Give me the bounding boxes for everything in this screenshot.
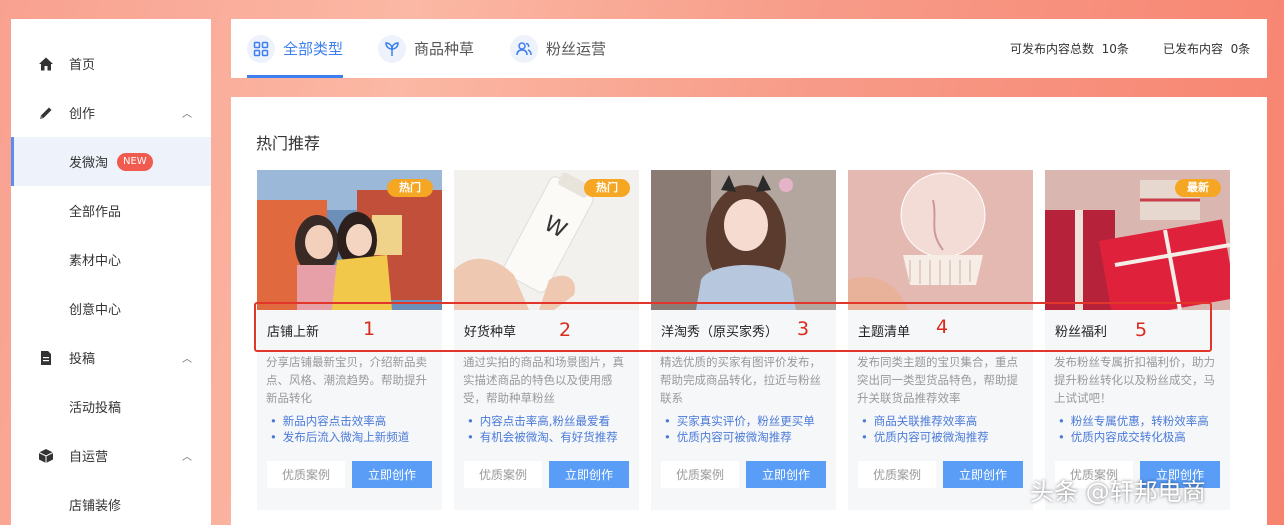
tab-label: 商品种草 (414, 40, 475, 58)
type-tab-bar: 全部类型 商品种草 粉丝运营 可发布内容总数 10条 已发布内容 0条 (231, 19, 1267, 78)
tab-all-types[interactable]: 全部类型 (247, 19, 344, 78)
create-button[interactable]: 立即创作 (549, 461, 629, 488)
tab-product-seeding[interactable]: 商品种草 (378, 19, 474, 78)
sidebar-item-label: 发微淘 (69, 156, 109, 171)
card-description: 发布同类主题的宝贝集合，重点突出同一类型货品特色，帮助提升关联货品推荐效率 (857, 355, 1018, 405)
hot-tag: 热门 (387, 179, 433, 197)
benefit-item: 商品关联推荐效率高 (861, 413, 1033, 429)
card-image: 最新 (1045, 170, 1230, 310)
sidebar: 首页 创作 ︿ 发微淘 NEW 全部作品 素材中心 创意中心 投稿 ︿ 活动投稿… (11, 19, 211, 525)
tab-label: 粉丝运营 (546, 40, 607, 58)
section-title: 热门推荐 (256, 134, 321, 153)
sprout-icon (378, 34, 406, 63)
benefit-item: 粉丝专属优惠，转粉效率高 (1058, 413, 1230, 429)
sidebar-item-post-weitao[interactable]: 发微淘 NEW (11, 137, 211, 186)
sidebar-item-label: 首页 (69, 58, 96, 73)
sidebar-item-label: 活动投稿 (69, 401, 122, 416)
benefit-item: 内容点击率高,粉丝最爱看 (467, 413, 639, 429)
card-benefits: 商品关联推荐效率高 优质内容可被微淘推荐 (861, 413, 1033, 445)
annotation-number: 2 (559, 319, 572, 341)
benefit-item: 有机会被微淘、有好货推荐 (467, 429, 639, 445)
sidebar-item-label: 店铺装修 (69, 499, 122, 514)
newest-tag: 最新 (1175, 179, 1221, 197)
sidebar-item-label: 素材中心 (69, 254, 122, 269)
create-button[interactable]: 立即创作 (746, 461, 826, 488)
stat-label: 已发布内容 (1163, 42, 1224, 56)
chevron-up-icon[interactable]: ︿ (182, 448, 192, 463)
tab-label: 全部类型 (283, 40, 344, 58)
create-button[interactable]: 立即创作 (943, 461, 1023, 488)
benefit-item: 优质内容成交转化极高 (1058, 429, 1230, 445)
sidebar-item-label: 全部作品 (69, 205, 122, 220)
published-content-stat: 已发布内容 0条 (1163, 40, 1250, 57)
card-image: W 热门 (454, 170, 639, 310)
box-icon (38, 448, 54, 464)
case-button[interactable]: 优质案例 (858, 461, 936, 488)
create-button[interactable]: 立即创作 (352, 461, 432, 488)
benefit-item: 新品内容点击效率高 (270, 413, 442, 429)
benefit-item: 优质内容可被微淘推荐 (664, 429, 836, 445)
document-icon (38, 350, 54, 366)
sidebar-item-all-works[interactable]: 全部作品 (11, 186, 211, 235)
sidebar-item-self-operation[interactable]: 自运营 ︿ (11, 431, 211, 480)
sidebar-item-label: 创作 (69, 107, 96, 122)
benefit-item: 发布后流入微淘上新频道 (270, 429, 442, 445)
card-image (651, 170, 836, 310)
chevron-up-icon[interactable]: ︿ (182, 105, 192, 120)
annotation-highlight-box (254, 302, 1212, 352)
watermark: 头条 @轩邦电商 (1030, 478, 1206, 506)
stat-value: 10条 (1101, 42, 1129, 56)
sidebar-item-submission[interactable]: 投稿 ︿ (11, 333, 211, 382)
case-button[interactable]: 优质案例 (267, 461, 345, 488)
annotation-number: 5 (1135, 319, 1148, 341)
hot-tag: 热门 (584, 179, 630, 197)
new-badge: NEW (117, 153, 153, 171)
sidebar-item-create[interactable]: 创作 ︿ (11, 88, 211, 137)
sidebar-item-home[interactable]: 首页 (11, 39, 211, 88)
card-benefits: 买家真实评价，粉丝更买单 优质内容可被微淘推荐 (664, 413, 836, 445)
sidebar-item-label: 自运营 (69, 450, 109, 465)
benefit-item: 买家真实评价，粉丝更买单 (664, 413, 836, 429)
sidebar-item-idea-center[interactable]: 创意中心 (11, 284, 211, 333)
case-button[interactable]: 优质案例 (661, 461, 739, 488)
sidebar-item-shop-decoration[interactable]: 店铺装修 (11, 480, 211, 525)
chevron-up-icon[interactable]: ︿ (182, 350, 192, 365)
card-description: 精选优质的买家有图评价发布，帮助完成商品转化，拉近与粉丝联系 (660, 355, 821, 405)
stat-label: 可发布内容总数 (1010, 42, 1095, 56)
card-benefits: 新品内容点击效率高 发布后流入微淘上新频道 (270, 413, 442, 445)
benefit-item: 优质内容可被微淘推荐 (861, 429, 1033, 445)
total-content-stat: 可发布内容总数 10条 (1010, 40, 1129, 57)
card-description: 通过实拍的商品和场景图片，真实描述商品的特色以及使用感受，帮助种草粉丝 (463, 355, 624, 405)
users-icon (510, 34, 538, 63)
annotation-number: 1 (363, 318, 376, 340)
sidebar-item-activity-submission[interactable]: 活动投稿 (11, 382, 211, 431)
sidebar-item-label: 投稿 (69, 352, 96, 367)
annotation-number: 3 (797, 318, 810, 340)
card-image (848, 170, 1033, 310)
stat-value: 0条 (1230, 42, 1251, 56)
tab-fan-operation[interactable]: 粉丝运营 (510, 19, 606, 78)
card-description: 发布粉丝专属折扣福利价，助力提升粉丝转化以及粉丝成交，马上试试吧！ (1054, 355, 1215, 405)
sidebar-item-material-center[interactable]: 素材中心 (11, 235, 211, 284)
card-benefits: 粉丝专属优惠，转粉效率高 优质内容成交转化极高 (1058, 413, 1230, 445)
sidebar-item-label: 创意中心 (69, 303, 122, 318)
case-button[interactable]: 优质案例 (464, 461, 542, 488)
pencil-icon (38, 105, 54, 121)
card-benefits: 内容点击率高,粉丝最爱看 有机会被微淘、有好货推荐 (467, 413, 639, 445)
grid-icon (247, 34, 275, 63)
home-icon (38, 56, 54, 72)
annotation-number: 4 (936, 316, 949, 338)
card-image: 热门 (257, 170, 442, 310)
card-description: 分享店铺最新宝贝，介绍新品卖点、风格、潮流趋势。帮助提升新品转化 (266, 355, 427, 405)
